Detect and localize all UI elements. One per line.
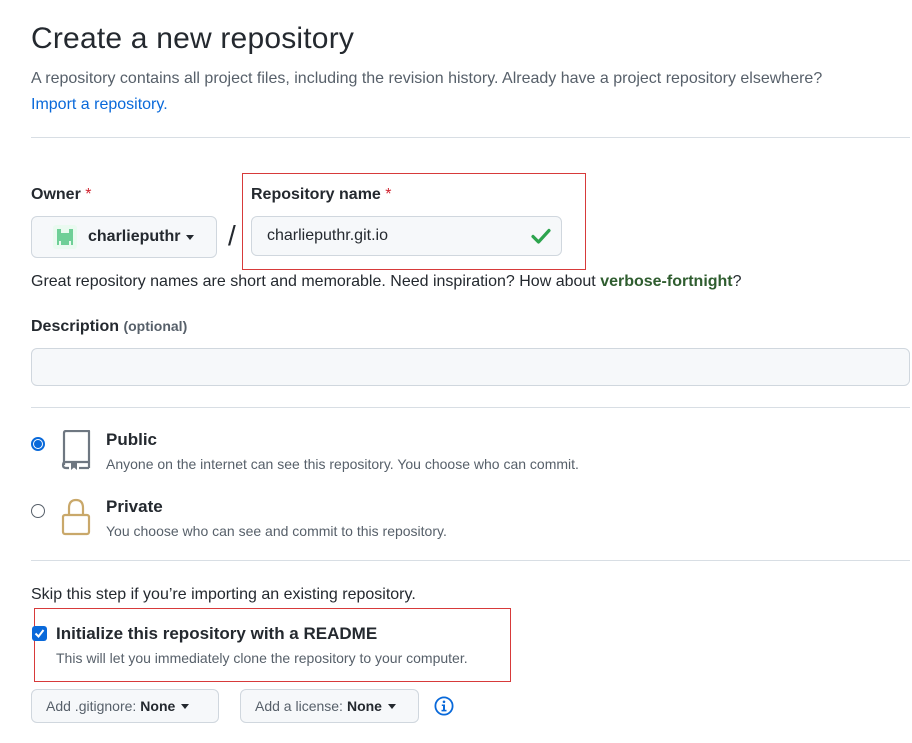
import-repository-link[interactable]: Import a repository. — [31, 96, 168, 113]
check-icon — [531, 228, 551, 244]
optional-tag: (optional) — [123, 318, 188, 334]
page-title: Create a new repository — [31, 22, 355, 55]
private-desc: You choose who can see and commit to thi… — [106, 523, 447, 539]
repo-name-input[interactable]: charlieputhr.git.io — [251, 216, 562, 256]
subtitle-text: A repository contains all project files,… — [31, 70, 823, 87]
public-radio[interactable] — [31, 437, 45, 451]
name-suggestion[interactable]: verbose-fortnight — [600, 273, 732, 290]
gitignore-value: None — [140, 698, 176, 714]
owner-repo-separator: / — [228, 220, 236, 251]
readme-checkbox[interactable] — [32, 626, 47, 641]
divider — [31, 560, 910, 561]
repo-book-icon — [61, 430, 91, 470]
owner-select-button[interactable]: charlieputhr — [31, 216, 217, 258]
divider — [31, 137, 910, 138]
description-input[interactable] — [31, 348, 910, 386]
repo-name-value: charlieputhr.git.io — [267, 227, 388, 244]
license-value: None — [346, 698, 382, 714]
owner-label: Owner * — [31, 186, 92, 203]
owner-avatar-icon — [53, 225, 77, 249]
lock-icon — [61, 498, 91, 536]
description-label: Description (optional) — [31, 318, 188, 335]
repo-name-label: Repository name * — [251, 186, 392, 203]
add-gitignore-button[interactable]: Add .gitignore: None — [31, 689, 219, 723]
chevron-down-icon — [181, 703, 190, 709]
required-mark: * — [85, 186, 92, 203]
owner-name: charlieputhr — [88, 228, 181, 245]
info-icon[interactable] — [434, 696, 454, 716]
page-subtitle: A repository contains all project files,… — [31, 66, 911, 118]
readme-highlight-box — [34, 608, 511, 682]
add-license-button[interactable]: Add a license: None — [240, 689, 419, 723]
divider — [31, 407, 910, 408]
skip-step-text: Skip this step if you’re importing an ex… — [31, 586, 416, 603]
public-title: Public — [106, 430, 158, 449]
public-desc: Anyone on the internet can see this repo… — [106, 456, 579, 472]
readme-desc: This will let you immediately clone the … — [56, 650, 468, 666]
private-radio[interactable] — [31, 504, 45, 518]
readme-label[interactable]: Initialize this repository with a README — [56, 624, 377, 644]
chevron-down-icon — [387, 703, 396, 709]
private-title: Private — [106, 497, 163, 516]
checkmark-icon — [34, 629, 45, 639]
repo-name-hint: Great repository names are short and mem… — [31, 273, 742, 290]
required-mark: * — [385, 186, 392, 203]
chevron-down-icon — [186, 234, 195, 240]
